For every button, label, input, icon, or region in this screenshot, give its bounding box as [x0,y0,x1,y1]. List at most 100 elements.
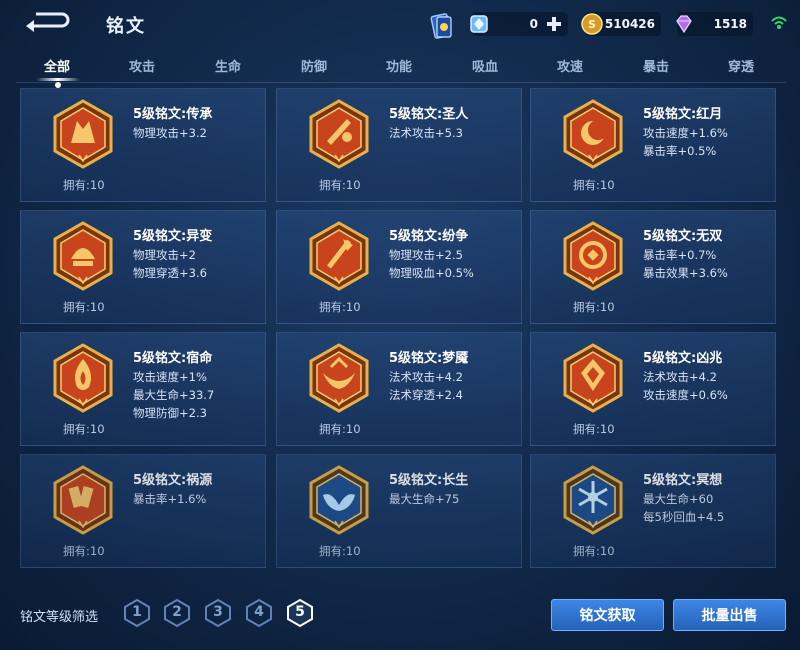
rune-stat: 法术攻击+4.2 [389,370,463,384]
rune-stat: 暴击率+0.7% [643,248,717,262]
level-filter-5[interactable]: 5 [285,598,315,628]
rune-stat: 暴击率+1.6% [133,492,207,506]
level-number: 3 [213,604,223,620]
gem-resource: 1518 [676,12,753,36]
level-filter-1[interactable]: 1 [122,598,152,628]
rune-name: 5级铭文:传承 [133,107,213,122]
rune-hongyue-icon [563,99,623,169]
add-diamond-icon[interactable] [546,16,562,32]
rune-owned: 拥有:10 [573,178,615,192]
rune-card-icon[interactable] [428,12,456,40]
category-tabs: 全部 攻击 生命 防御 功能 吸血 攻速 暴击 穿透 [0,52,800,78]
rune-stat: 物理吸血+0.5% [389,266,474,280]
rune-name: 5级铭文:无双 [643,229,723,244]
tab-defense[interactable]: 防御 [301,56,327,75]
level-number: 5 [295,604,305,620]
rune-owned: 拥有:10 [63,544,105,558]
rune-name: 5级铭文:祸源 [133,473,213,488]
tab-lifesteal[interactable]: 吸血 [472,56,498,75]
rune-name: 5级铭文:梦魇 [389,351,469,366]
rune-owned: 拥有:10 [63,178,105,192]
tab-attack[interactable]: 攻击 [129,56,155,75]
rune-chuancheng-icon [53,99,113,169]
tab-divider [16,82,786,83]
rune-name: 5级铭文:圣人 [389,107,469,122]
rune-stat: 每5秒回血+4.5 [643,510,725,524]
rune-stat: 攻击速度+1% [133,370,207,384]
rune-wushuang-icon [563,221,623,291]
level-number: 1 [132,604,142,620]
rune-stat: 最大生命+75 [389,492,460,506]
rune-name: 5级铭文:纷争 [389,229,469,244]
tab-penetration[interactable]: 穿透 [728,56,754,75]
rune-stat: 法术攻击+5.3 [389,126,463,140]
diamond-icon [470,15,488,33]
level-filter-label: 铭文等级筛选 [20,610,99,625]
rune-owned: 拥有:10 [319,178,361,192]
rune-owned: 拥有:10 [573,300,615,314]
rune-name: 5级铭文:长生 [389,473,469,488]
rune-stat: 物理防御+2.3 [133,406,207,420]
rune-name: 5级铭文:红月 [643,107,723,122]
rune-card[interactable]: 5级铭文:无双 暴击率+0.7% 暴击效果+3.6% 拥有:10 [530,210,776,324]
gem-value: 1518 [713,17,747,31]
rune-name: 5级铭文:凶兆 [643,351,723,366]
rune-changsheng-icon [309,465,369,535]
rune-fenzheng-icon [309,221,369,291]
rune-card[interactable]: 5级铭文:圣人 法术攻击+5.3 拥有:10 [276,88,522,202]
gem-icon [676,15,692,34]
back-button[interactable] [22,10,70,32]
rune-card[interactable]: 5级铭文:长生 最大生命+75 拥有:10 [276,454,522,568]
rune-stat: 物理攻击+3.2 [133,126,207,140]
rune-stat: 暴击效果+3.6% [643,266,728,280]
page-title: 铭文 [106,16,146,37]
active-tab-indicator [36,78,80,81]
rune-stat: 最大生命+60 [643,492,714,506]
level-filter-3[interactable]: 3 [203,598,233,628]
rune-owned: 拥有:10 [573,422,615,436]
rune-owned: 拥有:10 [319,422,361,436]
rune-owned: 拥有:10 [319,300,361,314]
gold-coin-icon: S [581,13,603,35]
rune-card[interactable]: 5级铭文:凶兆 法术攻击+4.2 攻击速度+0.6% 拥有:10 [530,332,776,446]
level-filter-4[interactable]: 4 [244,598,274,628]
rune-stat: 攻击速度+1.6% [643,126,728,140]
rune-card[interactable]: 5级铭文:祸源 暴击率+1.6% 拥有:10 [20,454,266,568]
rune-card[interactable]: 5级铭文:冥想 最大生命+60 每5秒回血+4.5 拥有:10 [530,454,776,568]
rune-name: 5级铭文:宿命 [133,351,213,366]
rune-stat: 物理穿透+3.6 [133,266,207,280]
wifi-icon [771,16,787,29]
tab-all[interactable]: 全部 [44,56,70,75]
tab-utility[interactable]: 功能 [386,56,412,75]
rune-card[interactable]: 5级铭文:异变 物理攻击+2 物理穿透+3.6 拥有:10 [20,210,266,324]
rune-card[interactable]: 5级铭文:宿命 攻击速度+1% 最大生命+33.7 物理防御+2.3 拥有:10 [20,332,266,446]
rune-xiongzhao-icon [563,343,623,413]
rune-card[interactable]: 5级铭文:梦魇 法术攻击+4.2 法术穿透+2.4 拥有:10 [276,332,522,446]
tab-attack-speed[interactable]: 攻速 [557,56,583,75]
diamond-resource: 0 [470,12,568,36]
rune-suming-icon [53,343,113,413]
rune-card[interactable]: 5级铭文:纷争 物理攻击+2.5 物理吸血+0.5% 拥有:10 [276,210,522,324]
bulk-sell-button[interactable]: 批量出售 [673,599,786,631]
rune-owned: 拥有:10 [319,544,361,558]
rune-owned: 拥有:10 [63,300,105,314]
rune-huoyuan-icon [53,465,113,535]
rune-card[interactable]: 5级铭文:红月 攻击速度+1.6% 暴击率+0.5% 拥有:10 [530,88,776,202]
rune-stat: 法术穿透+2.4 [389,388,463,402]
rune-stat: 最大生命+33.7 [133,388,215,402]
rune-stat: 物理攻击+2 [133,248,196,262]
diamond-value: 0 [529,17,538,31]
level-number: 2 [172,604,182,620]
obtain-rune-button[interactable]: 铭文获取 [551,599,664,631]
rune-yibian-icon [53,221,113,291]
tab-health[interactable]: 生命 [215,56,241,75]
back-arrow-icon [26,12,70,32]
rune-mingxiang-icon [563,465,623,535]
rune-stat: 物理攻击+2.5 [389,248,463,262]
tab-crit[interactable]: 暴击 [643,56,669,75]
rune-shengren-icon [309,99,369,169]
rune-card[interactable]: 5级铭文:传承 物理攻击+3.2 拥有:10 [20,88,266,202]
rune-owned: 拥有:10 [573,544,615,558]
top-bar: 铭文 0 S 510426 1518 [0,0,800,50]
level-filter-2[interactable]: 2 [162,598,192,628]
